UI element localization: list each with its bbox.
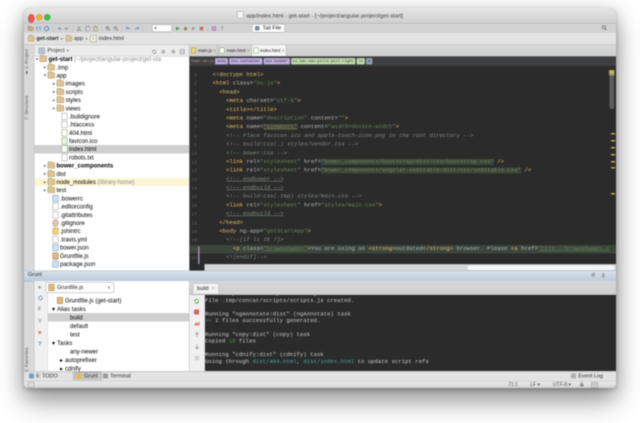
svg-text:?: ?: [221, 26, 224, 31]
